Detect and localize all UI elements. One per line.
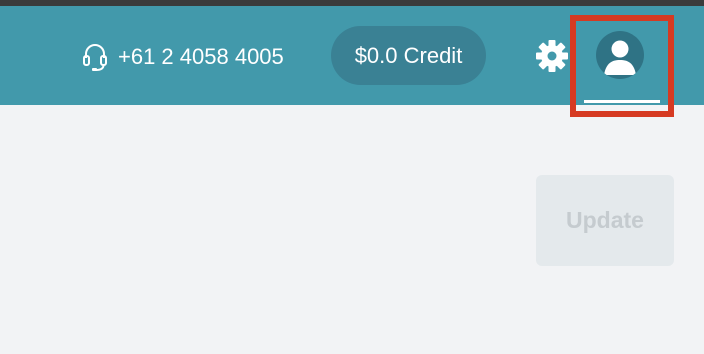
credit-balance-label: $0.0 Credit	[354, 42, 463, 68]
support-phone-number: +61 2 4058 4005	[118, 44, 284, 69]
update-button[interactable]: Update	[536, 175, 674, 266]
gear-icon	[535, 39, 569, 73]
profile-avatar-button[interactable]	[596, 31, 644, 79]
app-page: +61 2 4058 4005 $0.0 Credit Update	[0, 0, 704, 354]
credit-balance-button[interactable]: $0.0 Credit	[331, 26, 486, 85]
user-avatar-icon	[596, 31, 644, 79]
settings-button[interactable]	[535, 39, 569, 73]
support-phone-link[interactable]: +61 2 4058 4005	[82, 42, 284, 72]
top-header-bar: +61 2 4058 4005 $0.0 Credit	[0, 6, 704, 105]
headset-icon	[82, 42, 108, 72]
